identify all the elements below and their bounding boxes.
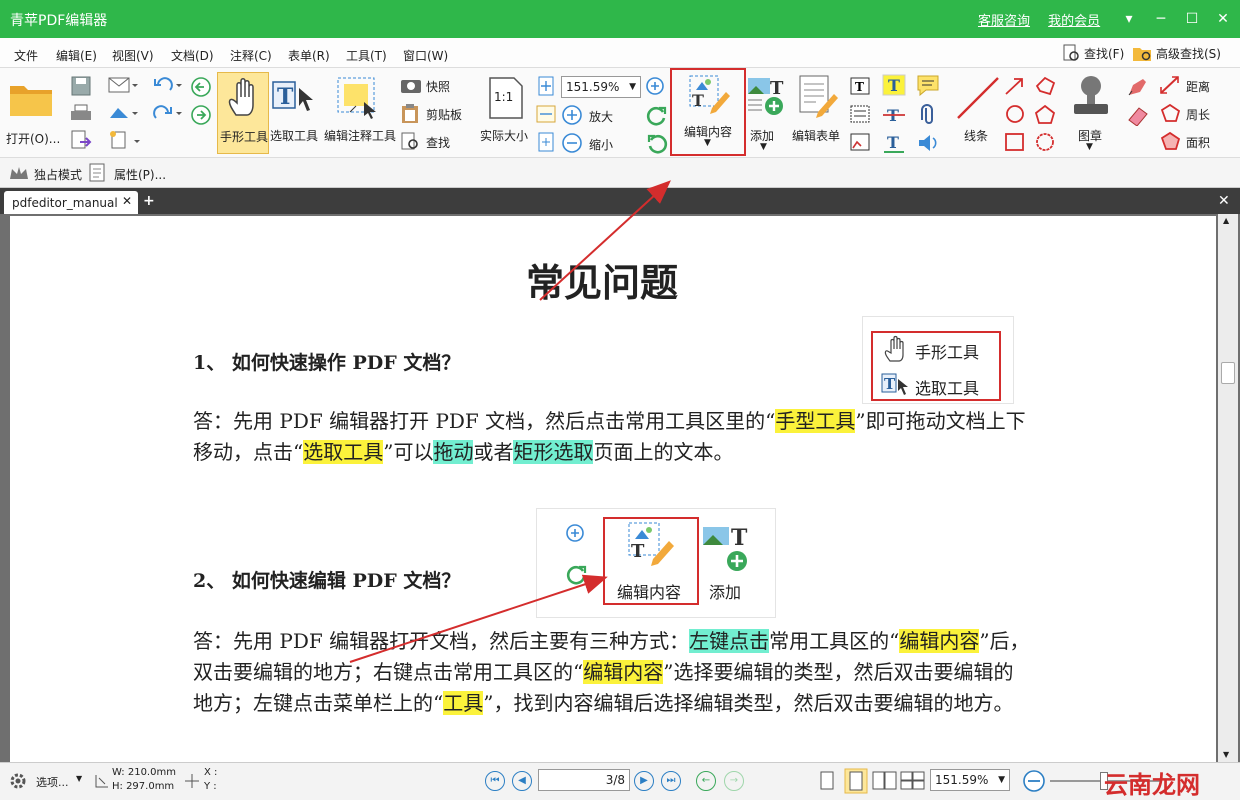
status-zoom-select[interactable]: 151.59% ▼	[930, 769, 1010, 791]
continuous-facing-icon[interactable]	[900, 771, 926, 791]
chevron-down-icon: ▼	[998, 775, 1005, 785]
single-page-icon[interactable]	[818, 771, 836, 791]
callout-arrows	[349, 180, 671, 663]
options-button[interactable]: 选项...	[36, 774, 69, 790]
callout-arrow-2	[349, 574, 608, 663]
chevron-down-icon[interactable]: ▼	[76, 774, 82, 783]
page-size-icon	[95, 775, 108, 788]
page-width: W: 210.0mm	[112, 767, 176, 778]
next-page-button[interactable]: ▶	[634, 771, 654, 791]
watermark-text: 云南龙网	[1104, 771, 1200, 799]
zoom-out-icon[interactable]	[1022, 769, 1046, 793]
callout-arrow-1	[539, 180, 671, 301]
crosshair-icon	[185, 774, 199, 788]
facing-pages-icon[interactable]	[872, 771, 898, 791]
cursor-x: X :	[204, 767, 218, 778]
last-page-button[interactable]: ⏭	[661, 771, 681, 791]
page-height: H: 297.0mm	[112, 781, 175, 792]
history-forward-button[interactable]: →	[724, 771, 744, 791]
gear-icon[interactable]	[8, 771, 30, 791]
status-bar: 选项... ▼ W: 210.0mm H: 297.0mm X : Y : ⏮ …	[0, 762, 1240, 800]
prev-page-button[interactable]: ◀	[512, 771, 532, 791]
status-zoom-value: 151.59%	[935, 773, 989, 787]
history-back-button[interactable]: ←	[696, 771, 716, 791]
continuous-page-icon[interactable]	[844, 768, 868, 794]
page-number-input[interactable]: 3/8	[538, 769, 630, 791]
first-page-button[interactable]: ⏮	[485, 771, 505, 791]
cursor-y: Y :	[204, 781, 217, 792]
